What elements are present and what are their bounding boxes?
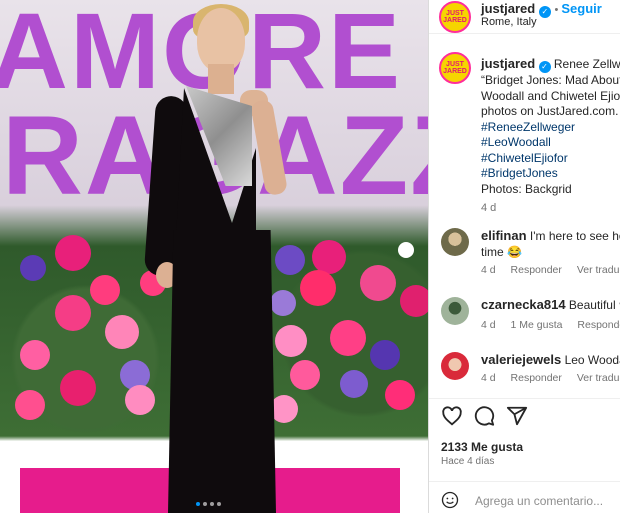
flower	[55, 295, 91, 331]
flower	[360, 265, 396, 301]
commenter-username[interactable]: elifinan	[481, 228, 527, 243]
post-header: JUST JARED justjared ✓ • Seguir Rome, It…	[429, 0, 620, 34]
reply-button[interactable]: Responder	[511, 264, 562, 276]
flower	[385, 380, 415, 410]
flower	[340, 370, 368, 398]
like-count[interactable]: 2133 Me gusta	[441, 440, 523, 454]
verified-badge-icon: ✓	[538, 6, 551, 18]
account-avatar[interactable]: JUST JARED	[439, 1, 471, 33]
comment-text: elifinan I'm here to see how time 😂	[481, 228, 620, 260]
hashtag-link[interactable]: #ReneeZellweger	[481, 120, 620, 136]
flower	[60, 370, 96, 406]
comment-input[interactable]: Agrega un comentario...	[475, 494, 603, 508]
post-actions	[429, 398, 620, 432]
comment-likes[interactable]: 1 Me gusta	[511, 319, 563, 331]
reply-button[interactable]: Responder	[511, 372, 562, 384]
share-icon[interactable]	[506, 405, 528, 427]
post-photo[interactable]: AMORE RAGAZZO	[0, 0, 428, 513]
reply-button[interactable]: Responder	[577, 319, 620, 331]
post-time: Hace 4 días	[441, 456, 495, 467]
caption-age: 4 d	[481, 202, 497, 214]
flower	[55, 235, 91, 271]
emoji-icon[interactable]	[441, 491, 459, 509]
comment-meta: 4 d 1 Me gusta Responder	[481, 319, 620, 331]
flower	[300, 270, 336, 306]
post-location[interactable]: Rome, Italy	[481, 16, 537, 28]
person-neck	[208, 64, 234, 94]
account-username[interactable]: justjared	[481, 1, 535, 16]
comment-meta: 4 d Responder Ver traducción	[481, 372, 620, 384]
comment-body-line: time 😂	[481, 244, 522, 259]
flower	[90, 275, 120, 305]
post-sidebar: JUST JARED justjared ✓ • Seguir Rome, It…	[428, 0, 620, 513]
carousel-dot	[210, 502, 214, 506]
flower	[312, 240, 346, 274]
carousel-dot	[196, 502, 200, 506]
flower	[270, 290, 296, 316]
person-head	[197, 8, 245, 72]
flower	[275, 325, 307, 357]
flower	[398, 242, 414, 258]
comment-text: valeriejewels Leo Woodall l	[481, 352, 620, 369]
flower	[15, 390, 45, 420]
verified-badge-icon: ✓	[538, 61, 551, 73]
caption-text-line: photos on JustJared.com.	[481, 104, 619, 118]
hashtag-link[interactable]: #BridgetJones	[481, 166, 620, 182]
add-comment-bar: Agrega un comentario...	[429, 481, 620, 513]
flower	[275, 245, 305, 275]
heart-icon[interactable]	[441, 405, 463, 427]
avatar-label: JUST JARED	[443, 10, 467, 24]
commenter-username[interactable]: valeriejewels	[481, 352, 561, 367]
comment-icon[interactable]	[473, 405, 495, 427]
flower	[370, 340, 400, 370]
carousel-dots	[196, 502, 221, 506]
commenter-username[interactable]: czarnecka814	[481, 297, 566, 312]
caption-text-line: Woodall and Chiwetel Ejiofo	[481, 88, 620, 103]
comment-text: czarnecka814 Beautiful ❤	[481, 297, 620, 314]
comment-age: 4 d	[481, 372, 496, 384]
commenter-avatar[interactable]	[441, 352, 469, 380]
flower	[290, 360, 320, 390]
commenter-avatar[interactable]	[441, 297, 469, 325]
flower	[330, 320, 366, 356]
caption-line-1: justjared ✓ Renee Zellwege	[481, 56, 620, 73]
comment-age: 4 d	[481, 319, 496, 331]
comment-age: 4 d	[481, 264, 496, 276]
carousel-dot	[203, 502, 207, 506]
translate-button[interactable]: Ver traducción	[577, 264, 620, 276]
caption-text-line: “Bridget Jones: Mad About	[481, 73, 620, 87]
hashtag-link[interactable]: #LeoWoodall	[481, 135, 620, 151]
translate-button[interactable]: Ver traducción	[577, 372, 620, 384]
flower	[400, 285, 428, 317]
caption-text-line: Renee Zellwege	[553, 57, 620, 71]
caption-username[interactable]: justjared	[481, 56, 535, 71]
person-trousers	[168, 230, 276, 513]
caption-avatar[interactable]: JUST JARED	[439, 52, 471, 84]
comment-meta: 4 d Responder Ver traducción	[481, 264, 620, 276]
caption-text: justjared ✓ Renee Zellwege “Bridget Jone…	[481, 56, 620, 217]
carousel-dot	[217, 502, 221, 506]
flower	[105, 315, 139, 349]
avatar-label: JUST JARED	[443, 61, 467, 75]
commenter-avatar[interactable]	[441, 228, 469, 256]
comment-body: Beautiful ❤	[568, 298, 620, 312]
photo-credit: Photos: Backgrid	[481, 181, 572, 196]
hashtag-link[interactable]: #ChiwetelEjiofor	[481, 151, 620, 167]
comment-body: I'm here to see how	[529, 229, 620, 243]
follow-button[interactable]: Seguir	[561, 1, 601, 16]
flower	[20, 340, 50, 370]
flower	[125, 385, 155, 415]
flower	[20, 255, 46, 281]
comment-body: Leo Woodall l	[564, 353, 620, 367]
